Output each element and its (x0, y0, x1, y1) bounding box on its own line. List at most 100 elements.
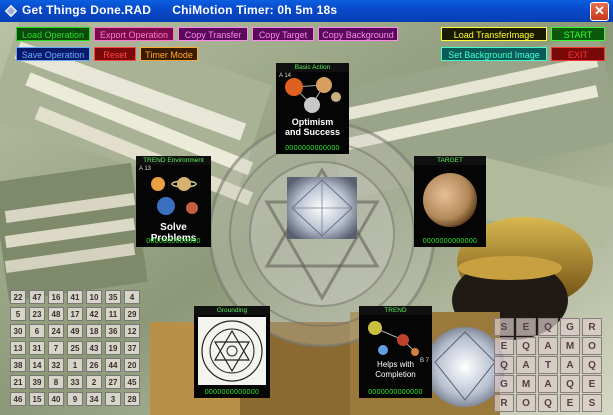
grid-cell: 19 (105, 341, 121, 355)
target-label: TARGET (414, 156, 486, 165)
grounding-code: 0000000000000 (204, 389, 260, 396)
seal-icon (198, 317, 266, 385)
letter-cell: Q (560, 375, 580, 393)
timer-label: ChiMotion Timer: (172, 3, 274, 17)
grid-cell: 18 (86, 324, 102, 338)
letter-cell: G (560, 318, 580, 336)
planets-icon (368, 321, 419, 356)
target-tile[interactable]: TARGET 0000000000000 (414, 156, 486, 247)
close-icon: ✕ (594, 3, 605, 18)
letter-cell: R (494, 394, 514, 412)
grid-cell: 7 (48, 341, 64, 355)
grid-cell: 39 (29, 375, 45, 389)
copy-transfer-button[interactable]: Copy Transfer (178, 27, 248, 41)
grid-cell: 4 (124, 290, 140, 304)
timer-mode-button[interactable]: Timer Mode (140, 47, 198, 61)
timer-value: 0h 5m 18s (277, 3, 338, 17)
grid-cell: 42 (86, 307, 102, 321)
letter-cell: A (560, 356, 580, 374)
grid-cell: 40 (48, 392, 64, 406)
grid-cell: 10 (86, 290, 102, 304)
trend-code: 0000000000000 (368, 389, 423, 396)
trend-line1: Helps with (377, 360, 414, 369)
grid-cell: 48 (48, 307, 64, 321)
window-title: Get Things Done.RAD ChiMotion Timer: 0h … (22, 3, 337, 17)
grid-cell: 47 (29, 290, 45, 304)
app-window: Get Things Done.RAD ChiMotion Timer: 0h … (0, 0, 613, 415)
basic-action-line2: and Success (284, 127, 341, 137)
letter-cell: Q (538, 394, 558, 412)
grid-cell: 22 (10, 290, 26, 304)
grid-cell: 34 (86, 392, 102, 406)
letter-cell: A (538, 375, 558, 393)
grid-cell: 6 (29, 324, 45, 338)
save-operation-button[interactable]: Save Operation (16, 47, 90, 61)
close-button[interactable]: ✕ (590, 2, 609, 21)
grid-cell: 30 (10, 324, 26, 338)
grid-cell: 5 (10, 307, 26, 321)
letter-cell: E (494, 337, 514, 355)
export-operation-button[interactable]: Export Operation (94, 27, 174, 41)
target-code: 0000000000000 (422, 238, 478, 245)
grid-cell: 29 (124, 307, 140, 321)
load-operation-button[interactable]: Load Operation (16, 27, 90, 41)
basic-action-label: Basic Action (276, 63, 349, 72)
grid-cell: 21 (10, 375, 26, 389)
trend-environment-tile[interactable]: TREND Environment A 13 Solve Problems 00… (136, 156, 211, 247)
grid-cell: 33 (67, 375, 83, 389)
grid-cell: 12 (124, 324, 140, 338)
trend-environment-label: TREND Environment (136, 156, 211, 165)
letter-cell: R (582, 318, 602, 336)
reset-button[interactable]: Reset (94, 47, 136, 61)
letter-cell: M (560, 337, 580, 355)
trend-tile[interactable]: TREND B 7 Helps with Completion 00000000… (359, 306, 432, 398)
grid-cell: 41 (67, 290, 83, 304)
letter-cell: O (516, 394, 536, 412)
grid-cell: 16 (48, 290, 64, 304)
grid-cell: 26 (86, 358, 102, 372)
grid-cell: 31 (29, 341, 45, 355)
letter-cell: T (538, 356, 558, 374)
set-background-image-button[interactable]: Set Background Image (441, 47, 547, 61)
grid-cell: 46 (10, 392, 26, 406)
grid-cell: 8 (48, 375, 64, 389)
letter-cell: E (582, 375, 602, 393)
basic-action-line1: Optimism (291, 117, 334, 127)
grid-cell: 20 (124, 358, 140, 372)
grid-cell: 32 (48, 358, 64, 372)
number-grid: 22 47 16 41 10 35 4 5 23 48 17 42 11 29 30 6 24 49 18 36 12 1… (10, 290, 150, 410)
start-button[interactable]: START (551, 27, 605, 41)
grid-cell: 24 (48, 324, 64, 338)
copy-background-button[interactable]: Copy Background (318, 27, 398, 41)
letter-cell: E (516, 318, 536, 336)
grid-cell: 14 (29, 358, 45, 372)
grid-cell: 15 (29, 392, 45, 406)
basic-action-tile[interactable]: Basic Action A 14 Optimism and Success 0… (276, 63, 349, 154)
grid-cell: 3 (105, 392, 121, 406)
grid-cell: 27 (105, 375, 121, 389)
load-transfer-image-button[interactable]: Load TransferImage (441, 27, 547, 41)
grid-cell: 1 (67, 358, 83, 372)
grid-cell: 9 (67, 392, 83, 406)
letter-cell: O (582, 337, 602, 355)
letter-grid: SEQGREQAMOQATAQGMAQEROQES (494, 318, 604, 412)
grid-cell: 17 (67, 307, 83, 321)
letter-cell: S (494, 318, 514, 336)
exit-button[interactable]: EXIT (551, 47, 605, 61)
basic-action-code: 0000000000000 (285, 145, 340, 152)
planets-icon (285, 77, 341, 113)
planet-icon (423, 173, 477, 227)
title-bar[interactable]: Get Things Done.RAD ChiMotion Timer: 0h … (0, 0, 613, 22)
grounding-tile[interactable]: Grounding 0000000000000 (194, 306, 270, 398)
grid-cell: 36 (105, 324, 121, 338)
letter-cell: Q (516, 337, 536, 355)
grid-cell: 35 (105, 290, 121, 304)
letter-cell: G (494, 375, 514, 393)
solar-system-icon (151, 177, 198, 215)
grid-cell: 49 (67, 324, 83, 338)
letter-cell: M (516, 375, 536, 393)
grid-cell: 25 (67, 341, 83, 355)
copy-target-button[interactable]: Copy Target (252, 27, 314, 41)
grounding-label: Grounding (194, 306, 270, 315)
app-icon (4, 4, 18, 18)
